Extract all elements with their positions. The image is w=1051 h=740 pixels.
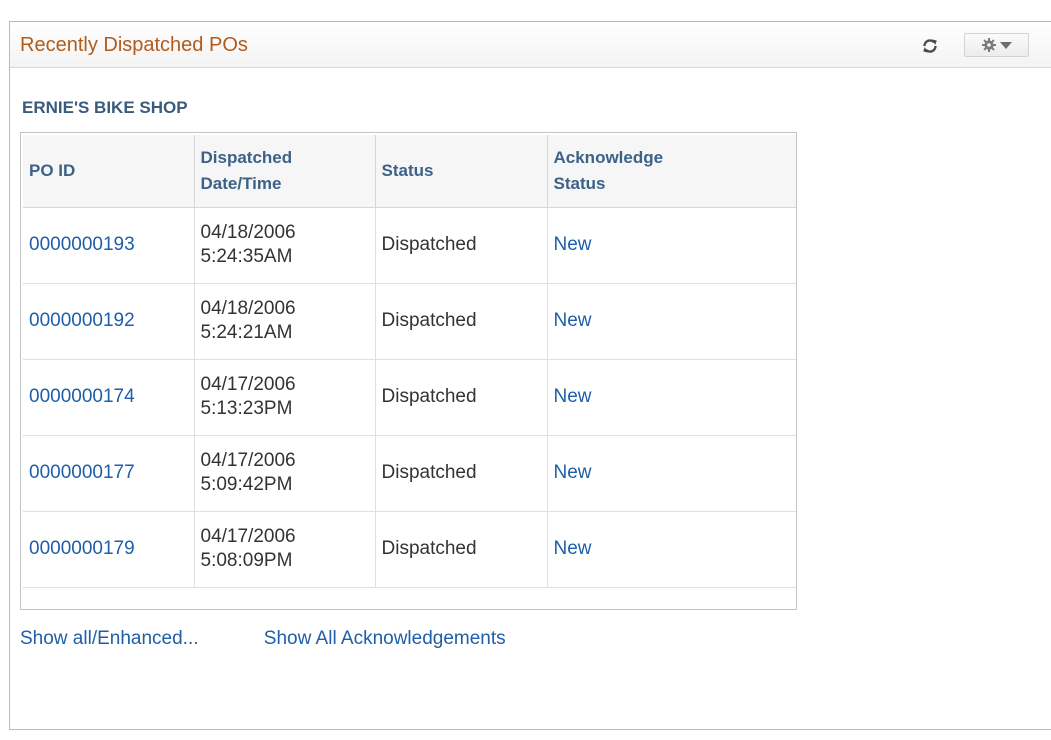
po-id-link[interactable]: 0000000179 (29, 538, 135, 559)
dispatched-po-grid: PO ID Dispatched Date/Time Status Acknow… (20, 132, 797, 610)
table-header-row: PO ID Dispatched Date/Time Status Acknow… (23, 135, 796, 208)
dispatched-datetime: 04/17/2006 5:08:09PM (194, 511, 376, 588)
pagelet-header: Recently Dispatched POs (10, 22, 1051, 68)
pagelet-footer-links: Show all/Enhanced... Show All Acknowledg… (20, 628, 566, 650)
recently-dispatched-pos-pagelet: Recently Dispatched POs ERNIE'S BIKE SHO… (9, 21, 1051, 730)
column-header-dispatched-datetime[interactable]: Dispatched Date/Time (194, 135, 376, 208)
acknowledge-status-link[interactable]: New (554, 310, 592, 331)
acknowledge-status-link[interactable]: New (554, 234, 592, 255)
status-cell: Dispatched (375, 511, 548, 588)
po-id-link[interactable]: 0000000192 (29, 310, 135, 331)
table-row: 0000000177 04/17/2006 5:09:42PM Dispatch… (23, 435, 796, 512)
status-cell: Dispatched (375, 435, 548, 512)
show-all-enhanced-link[interactable]: Show all/Enhanced... (20, 628, 199, 649)
company-name: ERNIE'S BIKE SHOP (22, 98, 188, 117)
table-row: 0000000174 04/17/2006 5:13:23PM Dispatch… (23, 359, 796, 436)
po-id-link[interactable]: 0000000193 (29, 234, 135, 255)
po-id-link[interactable]: 0000000177 (29, 462, 135, 483)
refresh-button[interactable] (918, 35, 942, 57)
dispatched-po-table: PO ID Dispatched Date/Time Status Acknow… (23, 135, 796, 588)
gear-icon (981, 38, 996, 52)
status-cell: Dispatched (375, 283, 548, 360)
pagelet-title: Recently Dispatched POs (20, 34, 248, 56)
dispatched-datetime: 04/17/2006 5:09:42PM (194, 435, 376, 512)
acknowledge-status-link[interactable]: New (554, 538, 592, 559)
status-cell: Dispatched (375, 207, 548, 284)
table-row: 0000000179 04/17/2006 5:08:09PM Dispatch… (23, 511, 796, 588)
pagelet-options-button[interactable] (964, 33, 1029, 57)
dispatched-datetime: 04/18/2006 5:24:35AM (194, 207, 376, 284)
column-header-status[interactable]: Status (375, 135, 548, 208)
acknowledge-status-link[interactable]: New (554, 386, 592, 407)
dispatched-datetime: 04/17/2006 5:13:23PM (194, 359, 376, 436)
show-all-acknowledgements-link[interactable]: Show All Acknowledgements (264, 628, 506, 649)
table-row: 0000000193 04/18/2006 5:24:35AM Dispatch… (23, 207, 796, 284)
status-cell: Dispatched (375, 359, 548, 436)
chevron-down-icon (999, 41, 1012, 49)
po-id-link[interactable]: 0000000174 (29, 386, 135, 407)
refresh-icon (923, 39, 937, 53)
acknowledge-status-link[interactable]: New (554, 462, 592, 483)
table-row: 0000000192 04/18/2006 5:24:21AM Dispatch… (23, 283, 796, 360)
column-header-po-id[interactable]: PO ID (23, 135, 195, 208)
column-header-acknowledge-status[interactable]: Acknowledge Status (547, 135, 796, 208)
dispatched-datetime: 04/18/2006 5:24:21AM (194, 283, 376, 360)
